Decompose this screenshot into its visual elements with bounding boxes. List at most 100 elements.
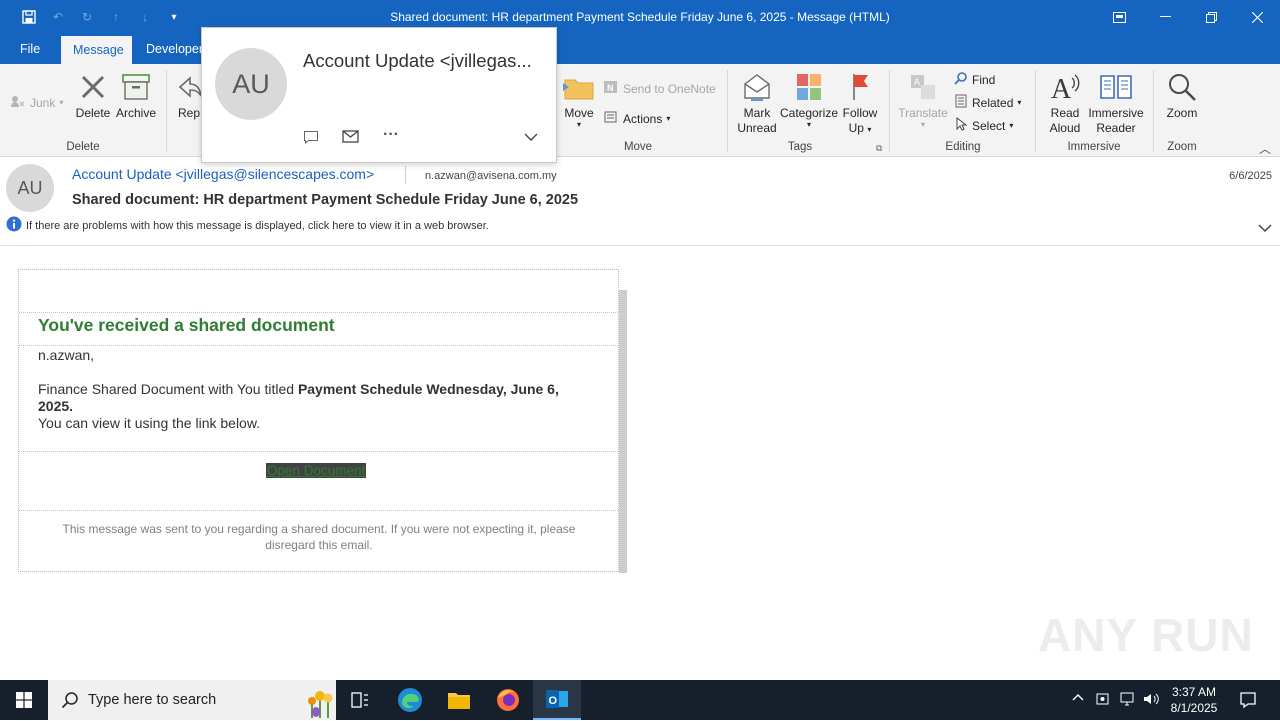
- archive-button[interactable]: Archive: [114, 72, 158, 121]
- delete-button[interactable]: Delete: [72, 72, 114, 121]
- tab-message[interactable]: Message: [61, 36, 132, 64]
- tab-file[interactable]: File: [8, 34, 52, 64]
- edge-browser-icon[interactable]: [386, 680, 434, 720]
- read-aloud-button[interactable]: A Read Aloud: [1044, 72, 1086, 136]
- related-button[interactable]: Related ▾: [954, 94, 1021, 111]
- categorize-button[interactable]: Categorize ▾: [779, 72, 839, 129]
- email-document-year: 2025.: [38, 398, 74, 414]
- magnifier-icon: [1169, 74, 1196, 101]
- read-aloud-label-2: Aloud: [1049, 121, 1081, 135]
- file-explorer-icon[interactable]: [435, 680, 483, 720]
- task-view-icon[interactable]: [336, 680, 384, 720]
- junk-label: Junk: [30, 95, 56, 110]
- close-button[interactable]: [1234, 0, 1280, 34]
- move-button[interactable]: Move ▾: [560, 72, 598, 129]
- mail-icon[interactable]: [342, 130, 359, 146]
- group-label-tags: Tags: [787, 141, 813, 153]
- notifications-icon[interactable]: [1239, 691, 1257, 712]
- group-label-delete: Delete: [66, 141, 100, 153]
- restore-button[interactable]: [1188, 0, 1234, 34]
- immersive-reader-button[interactable]: Immersive Reader: [1086, 72, 1146, 136]
- group-separator: [166, 70, 167, 152]
- meet-now-icon[interactable]: [1095, 691, 1111, 710]
- show-hidden-icons-icon[interactable]: [1071, 690, 1085, 707]
- group-separator: [1035, 70, 1036, 152]
- follow-up-label-2: Up: [848, 121, 864, 135]
- move-folder-icon: [563, 79, 594, 100]
- taskbar-search-input[interactable]: Type here to search: [48, 680, 336, 720]
- clock-time: 3:37 AM: [1171, 685, 1217, 699]
- junk-icon: [10, 94, 26, 111]
- immersive-reader-label-1: Immersive: [1088, 106, 1144, 120]
- actions-label: Actions: [623, 111, 663, 126]
- archive-icon: [122, 74, 150, 100]
- windows-start-icon[interactable]: [0, 680, 48, 720]
- mark-unread-button[interactable]: Mark Unread: [735, 72, 779, 136]
- info-bar-text: If there are problems with how this mess…: [26, 219, 489, 232]
- email-line2: You can view it using the link below.: [38, 415, 261, 431]
- group-separator: [889, 70, 890, 152]
- find-button[interactable]: Find: [954, 71, 995, 88]
- reply-label: Rep: [177, 106, 200, 120]
- delete-x-icon: [81, 75, 105, 99]
- title-bar: ↶ ↻ ↑ ↓ ▾ Shared document: HR department…: [0, 0, 1280, 34]
- chevron-down-icon: ▾: [576, 120, 581, 129]
- group-label-zoom: Zoom: [1167, 141, 1197, 153]
- select-label: Select: [972, 118, 1006, 133]
- ribbon-tabs: File Message Developer: [0, 34, 1280, 64]
- onenote-icon: N: [603, 79, 619, 98]
- chevron-down-icon[interactable]: [524, 131, 538, 145]
- read-aloud-icon: A: [1051, 74, 1080, 102]
- chevron-down-icon: ▾: [1017, 98, 1022, 107]
- translate-icon: A: [911, 75, 935, 99]
- svg-text:O: O: [549, 695, 558, 707]
- zoom-button[interactable]: Zoom: [1160, 72, 1204, 121]
- email-row-button: [19, 452, 618, 511]
- system-clock[interactable]: 3:37 AM 8/1/2025: [1168, 684, 1220, 716]
- find-icon: [954, 71, 968, 88]
- mark-unread-label-2: Unread: [737, 121, 777, 135]
- read-aloud-label-1: Read: [1050, 106, 1080, 120]
- group-label-editing: Editing: [945, 141, 981, 153]
- sender-avatar[interactable]: AU: [6, 164, 54, 212]
- outlook-taskbar-icon[interactable]: O: [533, 680, 581, 720]
- related-label: Related: [972, 95, 1014, 110]
- taskbar: Type here to search O 3:37 AM 8/1/2025: [0, 680, 1280, 720]
- divider: [405, 166, 406, 184]
- follow-up-button[interactable]: Follow Up ▾: [840, 72, 880, 137]
- collapse-ribbon-icon[interactable]: ︿: [1259, 140, 1271, 157]
- translate-button[interactable]: A Translate ▾: [897, 72, 949, 129]
- chevron-down-icon: ▾: [1009, 121, 1014, 130]
- move-label: Move: [564, 106, 594, 120]
- translate-label: Translate: [898, 106, 948, 120]
- send-to-onenote-label: Send to OneNote: [623, 81, 716, 96]
- open-document-link[interactable]: Open Document: [266, 463, 367, 478]
- junk-button[interactable]: Junk ▾: [10, 94, 63, 111]
- sender-address[interactable]: Account Update <jvillegas@silencescapes.…: [72, 166, 374, 182]
- group-separator: [727, 70, 728, 152]
- group-label-immersive: Immersive: [1067, 141, 1121, 153]
- flag-icon: [853, 74, 868, 100]
- group-label-move: Move: [623, 141, 653, 153]
- more-options-icon[interactable]: ···: [383, 126, 399, 144]
- firefox-icon[interactable]: [484, 680, 532, 720]
- email-footer: This message was sent to you regarding a…: [62, 522, 576, 552]
- ribbon-display-options-icon[interactable]: [1096, 0, 1142, 34]
- volume-icon[interactable]: [1142, 691, 1160, 710]
- expand-header-icon[interactable]: [1258, 222, 1272, 236]
- dialog-launcher-icon[interactable]: ⧉: [876, 143, 882, 154]
- email-scrollbar[interactable]: [619, 290, 627, 573]
- categorize-icon: [797, 74, 821, 100]
- chat-icon[interactable]: [303, 130, 319, 147]
- network-icon[interactable]: [1118, 691, 1136, 710]
- reply-icon: [178, 76, 202, 98]
- select-button[interactable]: Select ▾: [954, 116, 1014, 134]
- email-document-title: Payment Schedule Wednesday, June 6,: [297, 381, 559, 397]
- actions-button[interactable]: Actions ▾: [603, 109, 670, 128]
- info-bar[interactable]: If there are problems with how this mess…: [6, 216, 489, 235]
- send-to-onenote-button[interactable]: N Send to OneNote: [603, 79, 716, 98]
- recipient-address[interactable]: n.azwan@avisena.com.my: [425, 170, 557, 182]
- find-label: Find: [972, 72, 996, 87]
- contact-card: AU Account Update <jvillegas... ···: [201, 27, 557, 163]
- minimize-button[interactable]: [1142, 0, 1188, 34]
